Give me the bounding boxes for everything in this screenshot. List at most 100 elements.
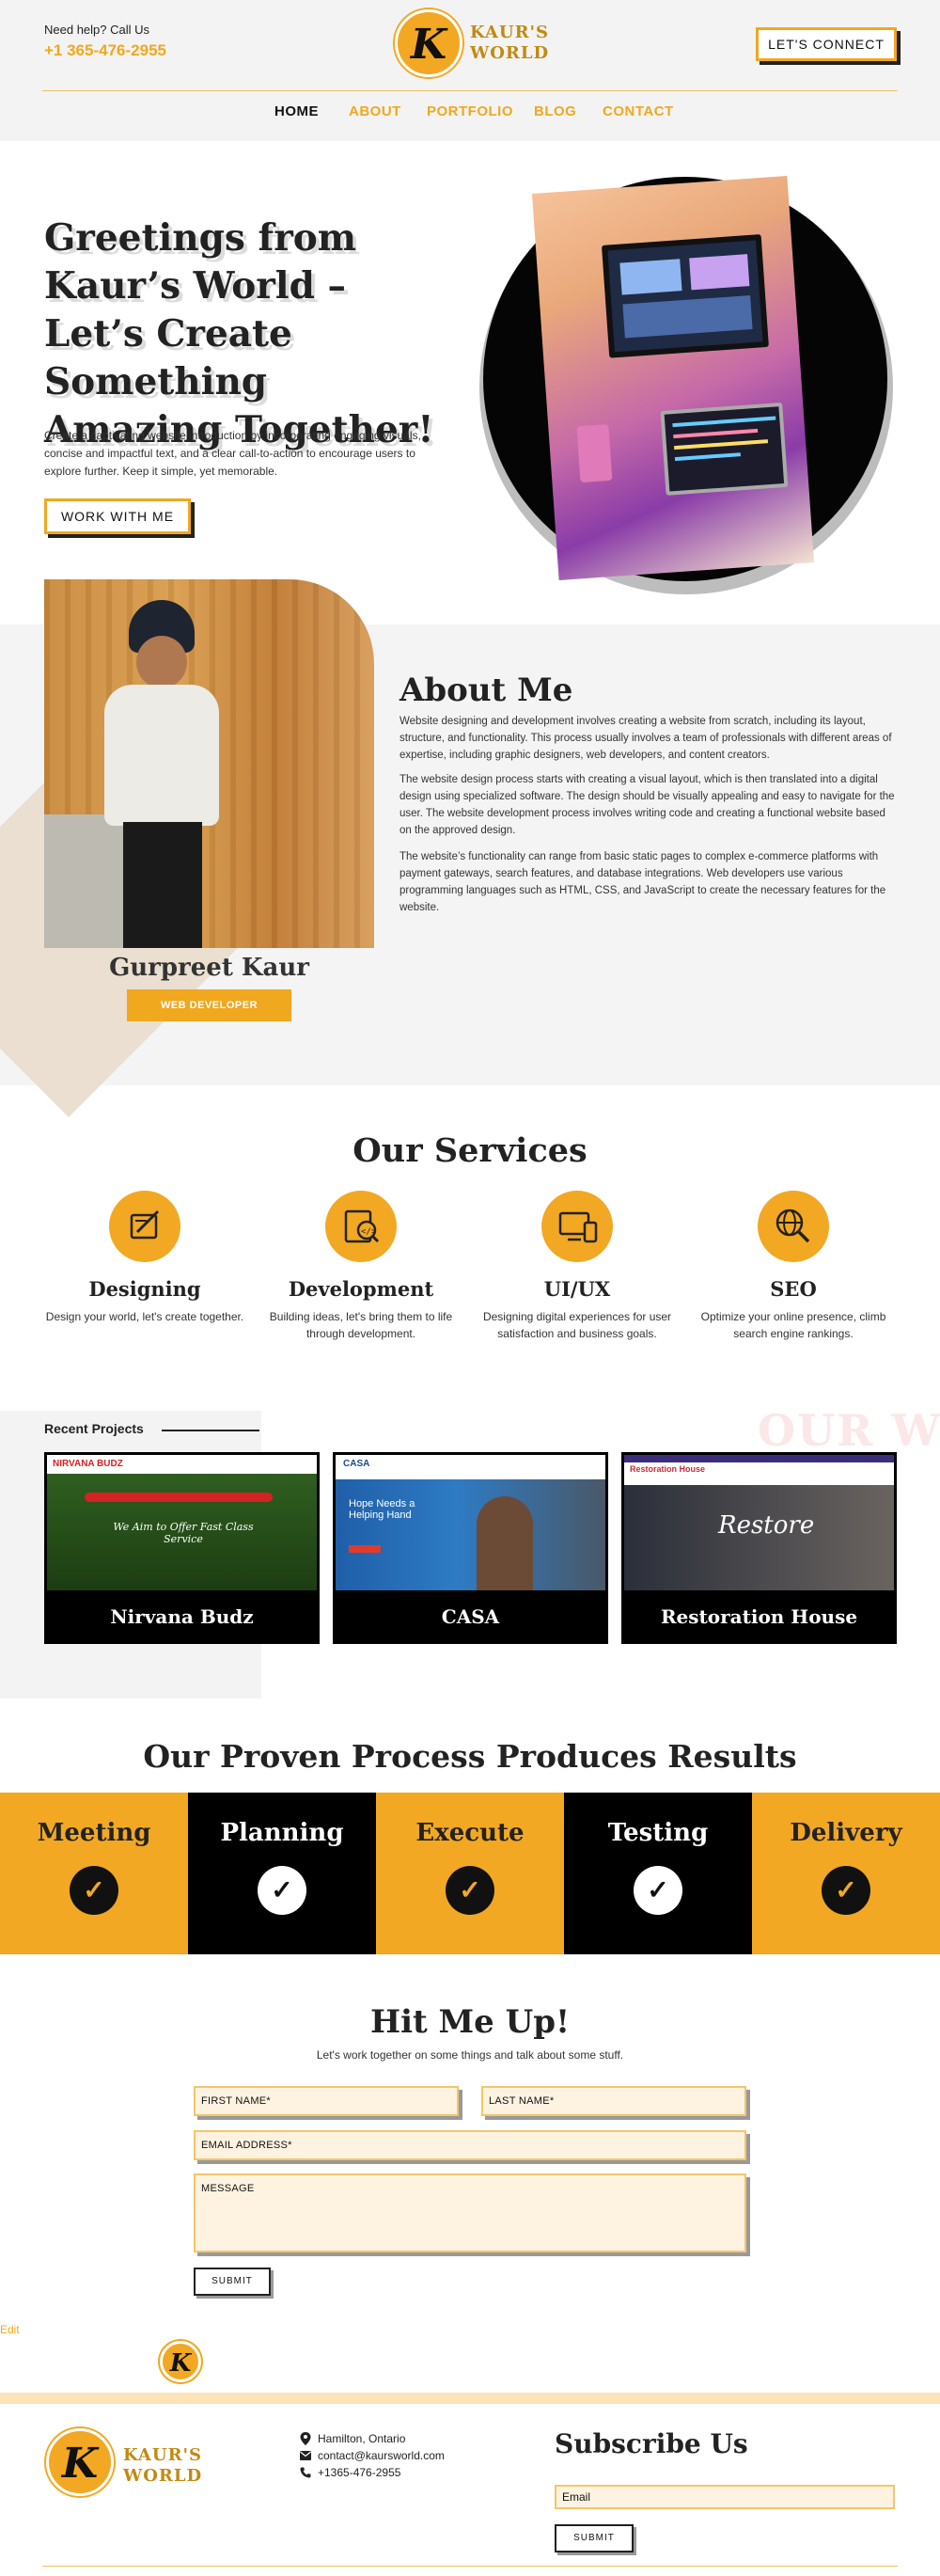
project-card-nirvana-budz[interactable]: NIRVANA BUDZ We Aim to Offer Fast Class …	[44, 1452, 320, 1644]
service-name: Designing	[88, 1277, 201, 1301]
project-card-casa[interactable]: CASA Hope Needs a Helping Hand CASA	[333, 1452, 608, 1644]
phone-icon	[299, 2467, 312, 2481]
step-name: Testing	[607, 1819, 709, 1847]
design-tool-icon	[109, 1191, 180, 1262]
step-name: Meeting	[37, 1819, 151, 1847]
pen-holder	[576, 423, 613, 483]
footer-location: Hamilton, Ontario	[318, 2432, 406, 2445]
hero-workspace-image	[531, 176, 815, 580]
envelope-icon	[299, 2450, 312, 2463]
footer-logo[interactable]: K KAUR'S WORLD	[44, 2426, 213, 2502]
footer-top-band	[0, 2393, 940, 2404]
project-screenshot: Restoration House Restore	[624, 1455, 894, 1590]
step-name: Planning	[220, 1819, 344, 1847]
logo-emblem: K	[395, 9, 462, 77]
hero-title: Greetings from Kaur’s World – Let’s Crea…	[44, 216, 434, 451]
check-icon: ✓	[634, 1866, 682, 1915]
project-name: Nirvana Budz	[110, 1605, 254, 1628]
nav-blog[interactable]: BLOG	[534, 103, 576, 119]
contact-title: Hit Me Up!	[369, 2003, 571, 2041]
about-paragraph-3: The website’s functionality can range fr…	[400, 851, 886, 913]
recent-projects-label: Recent Projects	[44, 1421, 144, 1436]
project-card-restoration-house[interactable]: Restoration House Restore Restoration Ho…	[621, 1452, 897, 1644]
project-screenshot: NIRVANA BUDZ We Aim to Offer Fast Class …	[47, 1455, 317, 1590]
subscribe-email-input[interactable]: Email	[555, 2485, 895, 2509]
nav-contact[interactable]: CONTACT	[603, 103, 674, 119]
first-name-field[interactable]: FIRST NAME*	[194, 2086, 459, 2116]
last-name-field[interactable]: LAST NAME*	[481, 2086, 746, 2116]
role-badge: WEB DEVELOPER	[127, 989, 291, 1021]
project-name: Restoration House	[660, 1605, 858, 1628]
footer-divider	[42, 2566, 898, 2567]
contact-submit-button[interactable]: SUBMIT	[194, 2268, 271, 2296]
work-with-me-button[interactable]: WORK WITH ME	[44, 498, 191, 534]
project-name: CASA	[441, 1605, 500, 1628]
svg-text:</>: </>	[361, 1227, 377, 1237]
hero-text: Create a captivating website introductio…	[44, 429, 421, 478]
service-desc: Optimize your online presence, climb sea…	[700, 1310, 886, 1340]
logo-emblem: K	[46, 2428, 114, 2496]
footer-phone[interactable]: +1365-476-2955	[318, 2466, 400, 2479]
header-phone[interactable]: +1 365-476-2955	[44, 41, 166, 60]
projects-label-rule	[162, 1430, 259, 1431]
help-text: Need help? Call Us	[44, 23, 150, 37]
service-desc: Design your world, let's create together…	[45, 1310, 244, 1323]
process-step-delivery: Delivery ✓	[752, 1793, 940, 1954]
service-name: Development	[288, 1277, 434, 1301]
process-step-testing: Testing ✓	[564, 1793, 752, 1954]
service-development: </> Development Building ideas, let's br…	[254, 1191, 468, 1342]
message-field[interactable]: MESSAGE	[194, 2173, 746, 2252]
email-address-field[interactable]: EMAIL ADDRESS*	[194, 2130, 746, 2160]
nav-about[interactable]: ABOUT	[349, 103, 401, 119]
our-work-watermark: OUR WO	[758, 1405, 940, 1456]
code-search-icon: </>	[325, 1191, 397, 1262]
step-name: Delivery	[790, 1819, 902, 1847]
check-icon: ✓	[446, 1866, 494, 1915]
service-seo: SEO Optimize your online presence, climb…	[686, 1191, 901, 1342]
process-step-meeting: Meeting ✓	[0, 1793, 188, 1954]
check-icon: ✓	[70, 1866, 118, 1915]
check-icon: ✓	[822, 1866, 870, 1915]
about-paragraph-2: The website design process starts with c…	[400, 774, 895, 836]
about-title: About Me	[400, 672, 573, 709]
logo-text-line2: WORLD	[123, 2466, 203, 2486]
white-jacket	[104, 685, 219, 826]
lets-connect-button[interactable]: LET'S CONNECT	[756, 27, 897, 61]
monitor-screen	[601, 234, 769, 358]
edit-link[interactable]: Edit	[0, 2323, 20, 2336]
subscribe-title: Subscribe Us	[555, 2428, 748, 2459]
nav-home[interactable]: HOME	[274, 103, 319, 119]
site-header: Need help? Call Us +1 365-476-2955 K KAU…	[0, 0, 940, 141]
services-title: Our Services	[352, 1131, 588, 1170]
process-step-planning: Planning ✓	[188, 1793, 376, 1954]
devices-icon	[541, 1191, 613, 1262]
site-logo[interactable]: K KAUR'S WORLD	[393, 8, 553, 79]
logo-text-line1: KAUR'S	[123, 2445, 203, 2465]
service-desc: Designing digital experiences for user s…	[482, 1310, 672, 1340]
face	[136, 636, 187, 688]
laptop-screen	[660, 402, 789, 496]
contact-subtitle: Let's work together on some things and t…	[316, 2048, 624, 2062]
header-divider	[42, 90, 898, 91]
about-portrait-photo	[44, 579, 374, 948]
footer-logo-emblem-small: K	[158, 2339, 203, 2384]
logo-text-line1: KAUR'S	[470, 23, 550, 42]
process-step-execute: Execute ✓	[376, 1793, 564, 1954]
about-person-name: Gurpreet Kaur	[109, 954, 309, 982]
service-name: UI/UX	[543, 1277, 611, 1301]
subscribe-submit-button[interactable]: SUBMIT	[555, 2524, 634, 2552]
about-paragraph-1: Website designing and development involv…	[400, 716, 892, 761]
step-name: Execute	[415, 1819, 525, 1847]
check-icon: ✓	[258, 1866, 306, 1915]
black-pants	[123, 822, 202, 948]
service-name: SEO	[770, 1277, 817, 1301]
process-title: Our Proven Process Produces Results	[143, 1738, 797, 1775]
globe-search-icon	[758, 1191, 829, 1262]
footer-email[interactable]: contact@kaursworld.com	[318, 2449, 445, 2462]
service-uiux: UI/UX Designing digital experiences for …	[470, 1191, 684, 1342]
location-pin-icon	[299, 2432, 312, 2448]
service-desc: Building ideas, let's bring them to life…	[269, 1310, 453, 1340]
service-designing: Designing Design your world, let's creat…	[38, 1191, 252, 1325]
nav-portfolio[interactable]: PORTFOLIO	[427, 103, 513, 119]
logo-text-line2: WORLD	[470, 43, 550, 63]
